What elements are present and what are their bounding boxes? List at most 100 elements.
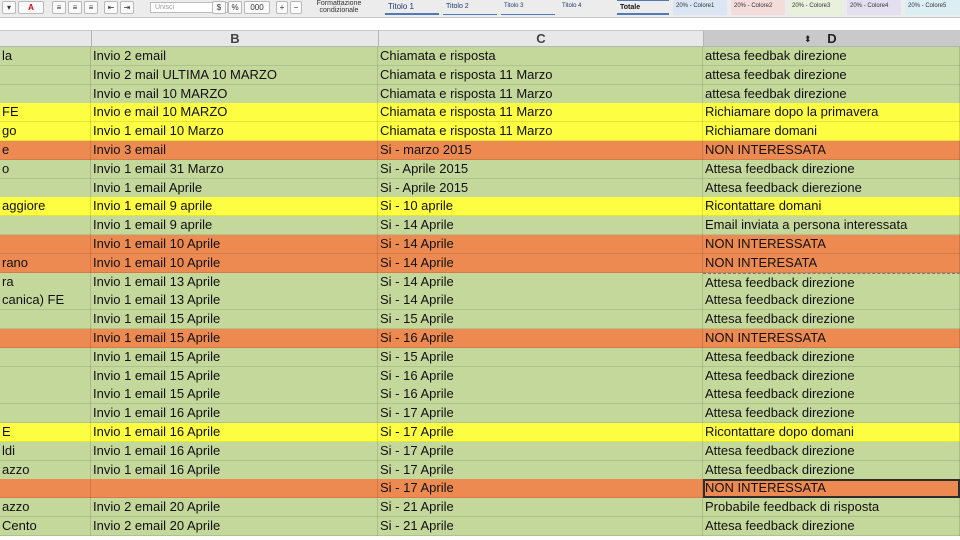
cell-d[interactable]: Attesa feedback direzione [703,310,960,330]
cell-d[interactable]: attesa feedbak direzione [703,47,960,66]
style-titolo-4[interactable]: Titolo 4 [559,0,613,15]
cell-d[interactable]: Probabile feedback di risposta [703,498,960,518]
cell-c[interactable]: Chiamata e risposta 11 Marzo [378,103,703,123]
cell-c[interactable]: Si - 14 Aprile [378,235,703,254]
cell-c[interactable]: Si - Aprile 2015 [378,159,703,179]
cell-a[interactable] [0,479,91,499]
cell-c[interactable]: Si - 17 Aprile [378,479,703,499]
cell-c[interactable]: Si - 21 Aprile [378,517,703,536]
cell-d[interactable]: attesa feedbak direzione [703,84,960,104]
cell-c[interactable]: Si - 15 Aprile [378,310,703,330]
column-header-b[interactable]: B [91,30,378,47]
style-titolo-3[interactable]: Titolo 3 [501,0,555,15]
cell-d[interactable]: NON INTERESSATA [703,141,960,160]
cell-c[interactable]: Si - 10 aprile [378,197,703,217]
decimal-increase-button[interactable]: + [276,1,288,14]
currency-button[interactable]: $ [212,1,226,14]
cell-b[interactable]: Invio 1 email 10 Aprile [91,253,378,273]
cell-a[interactable]: FE [0,103,91,123]
cell-b[interactable]: Invio 2 mail ULTIMA 10 MARZO [91,65,378,85]
cell-a[interactable] [0,178,91,198]
style-colore2[interactable]: 20% - Colore2 [731,0,785,15]
cell-c[interactable]: Si - 17 Aprile [378,460,703,480]
column-header-d[interactable]: D [703,30,960,47]
cell-c[interactable]: Si - 21 Aprile [378,498,703,518]
cell-b[interactable]: Invio e mail 10 MARZO [91,103,378,123]
cell-a[interactable] [0,366,91,386]
cell-d[interactable]: NON INTERESATA [703,253,960,273]
cell-a[interactable]: azzo [0,498,91,518]
cell-c[interactable]: Chiamata e risposta 11 Marzo [378,122,703,142]
cell-d[interactable]: attesa feedbak direzione [703,65,960,85]
cell-a[interactable] [0,235,91,254]
style-colore4[interactable]: 20% - Colore4 [847,0,901,15]
cell-b[interactable]: Invio e mail 10 MARZO [91,84,378,104]
indent-increase-button[interactable]: ⇥ [120,1,134,14]
column-header-c[interactable]: C [378,30,703,47]
cell-d[interactable]: Attesa feedback direzione [703,441,960,461]
cell-d[interactable]: Attesa feedback direzione [703,460,960,480]
indent-decrease-button[interactable]: ⇤ [104,1,118,14]
cell-a[interactable]: la [0,47,91,66]
cell-a[interactable] [0,84,91,104]
cell-a[interactable] [0,216,91,236]
cell-b[interactable]: Invio 1 email Aprile [91,178,378,198]
style-colore5[interactable]: 20% - Colore5 [905,0,960,15]
cell-b[interactable]: Invio 2 email 20 Aprile [91,517,378,536]
cell-d[interactable]: Attesa feedback direzione [703,272,960,292]
style-titolo-1[interactable]: Titolo 1 [385,0,439,15]
cell-b[interactable]: Invio 3 email [91,141,378,160]
cell-b[interactable]: Invio 1 email 16 Aprile [91,441,378,461]
align-right-button[interactable]: ≡ [84,1,98,14]
cell-b[interactable] [91,479,378,499]
cell-d[interactable]: Attesa feedback dierezione [703,178,960,198]
cell-a[interactable]: canica) FE [0,291,91,311]
cell-d[interactable]: Attesa feedback direzione [703,404,960,424]
cell-a[interactable] [0,347,91,367]
cell-b[interactable]: Invio 1 email 15 Aprile [91,385,378,405]
style-totale[interactable]: Totale [617,0,669,15]
cell-c[interactable]: Chiamata e risposta 11 Marzo [378,65,703,85]
cell-b[interactable]: Invio 1 email 13 Aprile [91,291,378,311]
cell-b[interactable]: Invio 1 email 10 Aprile [91,235,378,254]
cell-c[interactable]: Chiamata e risposta [378,47,703,66]
cell-b[interactable]: Invio 1 email 13 Aprile [91,272,378,292]
cell-d[interactable]: Ricontattare domani [703,197,960,217]
conditional-format-button[interactable]: Formattazione condizionale [306,0,372,14]
align-left-button[interactable]: ≡ [52,1,66,14]
cell-c[interactable]: Si - 14 Aprile [378,291,703,311]
cell-a[interactable]: ldi [0,441,91,461]
cell-d[interactable]: NON INTERESSATA [703,235,960,254]
cell-d[interactable]: Attesa feedback direzione [703,347,960,367]
cell-d[interactable]: Attesa feedback direzione [703,366,960,386]
cell-a[interactable]: aggiore [0,197,91,217]
style-titolo-2[interactable]: Titolo 2 [443,0,497,15]
align-center-button[interactable]: ≡ [68,1,82,14]
cell-b[interactable]: Invio 1 email 16 Aprile [91,460,378,480]
cell-a[interactable]: E [0,423,91,442]
style-colore1[interactable]: 20% - Colore1 [673,0,727,15]
style-colore3[interactable]: 20% - Colore3 [789,0,843,15]
cell-a[interactable] [0,65,91,85]
cell-d[interactable]: NON INTERESSATA [703,329,960,348]
cell-c[interactable]: Si - Aprile 2015 [378,178,703,198]
cell-d[interactable]: Attesa feedback direzione [703,291,960,311]
cell-d[interactable]: NON INTERESSATA [703,479,960,499]
cell-a[interactable] [0,310,91,330]
cell-c[interactable]: Chiamata e risposta 11 Marzo [378,84,703,104]
cell-a[interactable]: rano [0,253,91,273]
cell-b[interactable]: Invio 1 email 16 Aprile [91,404,378,424]
fill-color-button[interactable]: ▾ [2,1,16,14]
font-color-button[interactable]: A [18,1,44,14]
cell-c[interactable]: Si - 16 Aprile [378,385,703,405]
percent-button[interactable]: % [228,1,242,14]
cell-b[interactable]: Invio 1 email 9 aprile [91,216,378,236]
column-header-a[interactable] [0,30,91,47]
cell-d[interactable]: Email inviata a persona interessata [703,216,960,236]
cell-c[interactable]: Si - 17 Aprile [378,404,703,424]
cell-d[interactable]: Attesa feedback direzione [703,159,960,179]
cell-d[interactable]: Richiamare domani [703,122,960,142]
decimal-decrease-button[interactable]: − [290,1,302,14]
cell-b[interactable]: Invio 1 email 9 aprile [91,197,378,217]
cell-a[interactable]: e [0,141,91,160]
